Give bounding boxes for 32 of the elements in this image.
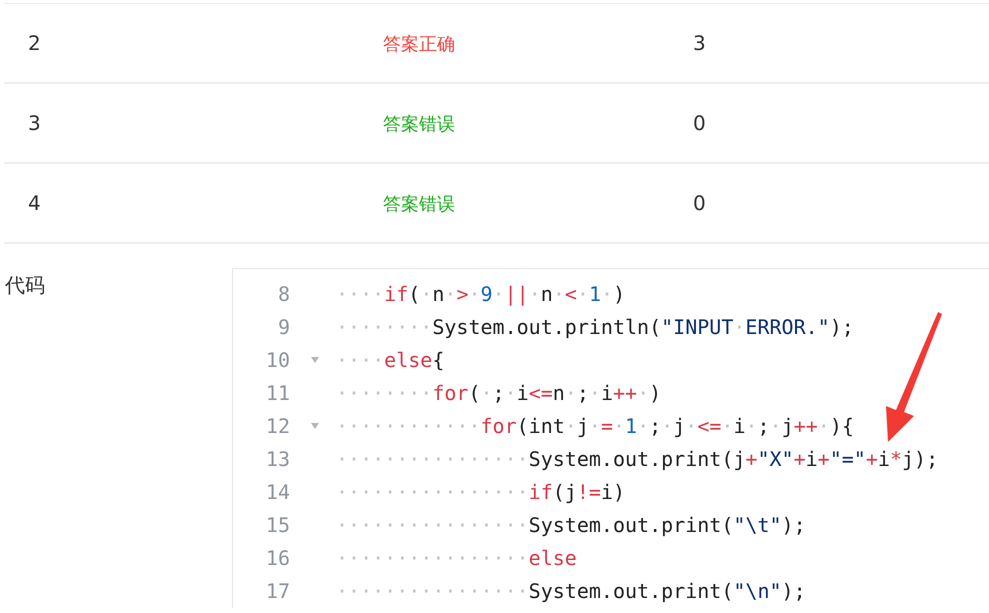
score: 3 bbox=[693, 31, 706, 55]
code-label: 代码 bbox=[4, 272, 46, 299]
line-number: 16 bbox=[264, 544, 290, 572]
result-status: 答案正确 bbox=[383, 34, 455, 55]
code-line: ········System.out.println("INPUT·ERROR."); bbox=[336, 314, 854, 340]
line-number: 14 bbox=[264, 478, 290, 506]
question-number: 3 bbox=[28, 111, 41, 135]
question-number: 2 bbox=[28, 31, 41, 55]
line-number: 8 bbox=[276, 280, 290, 308]
code-line: ············for(int·j·=·1·;·j·<=·i·;·j++·){ bbox=[336, 412, 854, 440]
code-line: ····if(·n·>·9·||·n·<·1·) bbox=[336, 280, 626, 308]
result-status: 答案错误 bbox=[383, 114, 455, 135]
code-line: ········for(·;·i<=n·;·i++·) bbox=[336, 380, 662, 406]
code-line: ················System.out.print(j+"X"+i+"="+i*j); bbox=[336, 446, 938, 472]
code-line: ················else bbox=[336, 544, 577, 572]
line-number: 12 bbox=[264, 412, 290, 440]
question-number: 4 bbox=[28, 191, 41, 215]
line-number: 15 bbox=[264, 512, 290, 538]
code-line: ····else{ bbox=[336, 346, 444, 374]
line-number: 10 bbox=[264, 346, 290, 374]
code-line: ················if(j!=i) bbox=[336, 478, 626, 506]
result-status: 答案错误 bbox=[383, 194, 455, 215]
line-number: 13 bbox=[264, 446, 290, 472]
line-number: 9 bbox=[276, 314, 290, 340]
fold-caret-icon[interactable] bbox=[311, 356, 319, 362]
code-line: ················System.out.print("\n"); bbox=[336, 578, 806, 604]
fold-caret-icon[interactable] bbox=[311, 422, 319, 428]
score: 0 bbox=[693, 111, 706, 135]
line-number: 11 bbox=[264, 380, 290, 406]
score: 0 bbox=[693, 191, 706, 215]
code-line: ················System.out.print("\t"); bbox=[336, 512, 806, 538]
line-number: 17 bbox=[264, 578, 290, 604]
